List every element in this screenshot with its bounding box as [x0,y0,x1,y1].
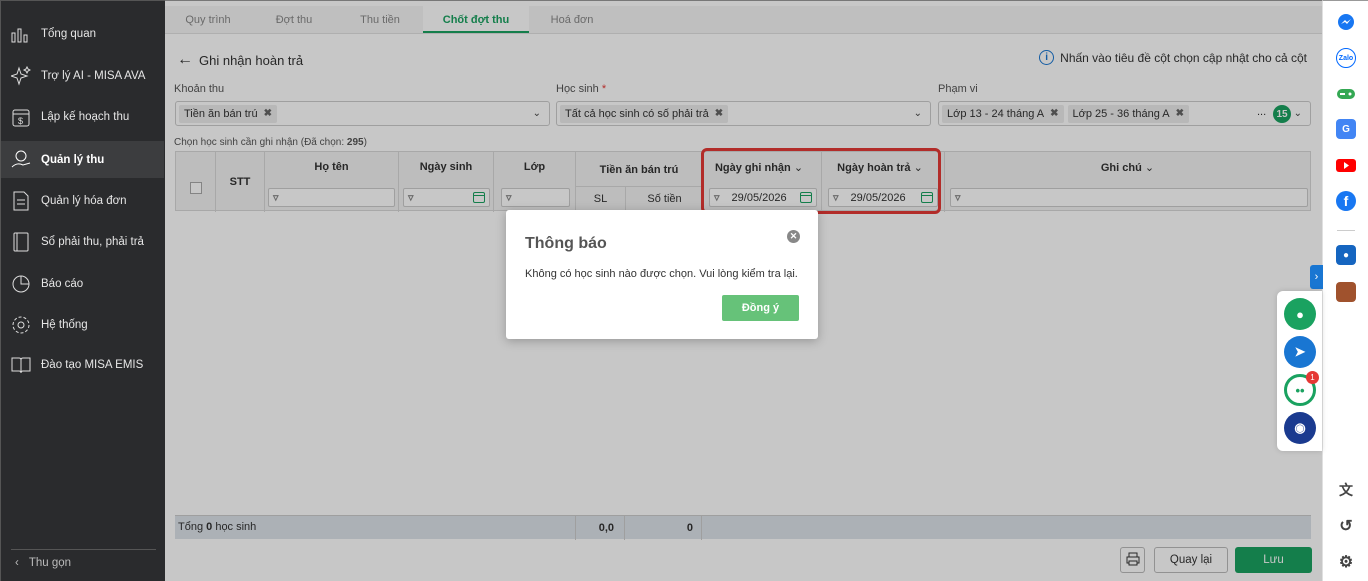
sidebar-item-dao-tao[interactable]: Đào tạo MISA EMIS [1,346,164,383]
pie-chart-icon [10,273,32,295]
translate-page-icon[interactable]: 文 [1336,480,1356,500]
sidebar-item-so-phai-thu[interactable]: Sổ phải thu, phải trả [1,223,164,260]
sidebar-item-tong-quan[interactable]: Tổng quan [1,15,164,52]
sidebar-item-quan-ly-thu[interactable]: Quản lý thu [1,141,164,178]
zalo-icon[interactable]: Zalo [1336,48,1356,68]
avatar-icon[interactable] [1336,282,1356,302]
notification-badge: 1 [1306,371,1319,384]
collapse-button[interactable]: ‹ Thu gọn [15,557,71,569]
sidebar: Tổng quan Trợ lý AI - MISA AVA $ Lập kế … [0,0,165,581]
calendar-dollar-icon: $ [10,106,32,128]
ok-button[interactable]: Đồng ý [722,295,799,321]
sparkle-icon [10,65,32,87]
floating-toolbar: ● ➤ •• 1 ◉ [1277,291,1322,451]
sidebar-item-label: Lập kế hoạch thu [41,110,130,123]
youtube-icon[interactable] [1336,155,1356,175]
sidebar-item-ai-assistant[interactable]: Trợ lý AI - MISA AVA [1,57,164,94]
sidebar-item-label: Sổ phải thu, phải trả [41,235,144,248]
collapse-label: Thu gọn [28,557,72,569]
robot-icon[interactable]: ◉ [1284,412,1316,444]
sidebar-item-label: Đào tạo MISA EMIS [41,358,144,371]
sidebar-item-label: Quản lý thu [41,153,105,166]
chart-bars-icon [10,23,32,45]
close-icon[interactable]: ✕ [787,230,800,243]
divider [1337,230,1355,231]
messenger-icon[interactable] [1336,12,1356,32]
sidebar-item-label: Trợ lý AI - MISA AVA [41,69,146,82]
app-icon[interactable]: ● [1336,245,1356,265]
translate-icon[interactable]: G [1336,119,1356,139]
sidebar-item-bao-cao[interactable]: Báo cáo [1,265,164,302]
sidebar-item-lap-ke-hoach-thu[interactable]: $ Lập kế hoạch thu [1,98,164,135]
browser-side-panel: Zalo G f ● › 文 ↺ ⚙ [1310,0,1368,581]
book-icon [10,354,32,376]
sidebar-item-label: Báo cáo [41,277,84,290]
game-icon[interactable] [1336,84,1356,104]
lightbulb-icon[interactable]: ● [1284,298,1316,330]
svg-text:$: $ [18,116,23,126]
chevron-left-icon: ‹ [15,557,19,569]
sidebar-item-label: Hệ thống [41,318,88,331]
dialog-title: Thông báo [525,235,607,252]
sidebar-item-quan-ly-hoa-don[interactable]: Quản lý hóa đơn [1,182,164,219]
facebook-icon[interactable]: f [1336,191,1356,211]
ledger-icon [10,231,32,253]
gear-icon [10,314,32,336]
money-hand-icon [10,149,32,171]
megaphone-icon[interactable]: ➤ [1284,336,1316,368]
settings-icon[interactable]: ⚙ [1336,552,1356,572]
sidebar-item-label: Quản lý hóa đơn [41,194,127,207]
history-icon[interactable]: ↺ [1336,516,1356,536]
sidebar-divider [11,549,156,550]
dialog-message: Không có học sinh nào được chọn. Vui lòn… [525,268,798,280]
invoice-icon [10,190,32,212]
expand-panel-icon[interactable]: › [1310,265,1323,289]
notification-dialog: Thông báo ✕ Không có học sinh nào được c… [506,210,818,339]
sidebar-item-label: Tổng quan [41,27,96,40]
sidebar-item-he-thong[interactable]: Hệ thống [1,306,164,343]
